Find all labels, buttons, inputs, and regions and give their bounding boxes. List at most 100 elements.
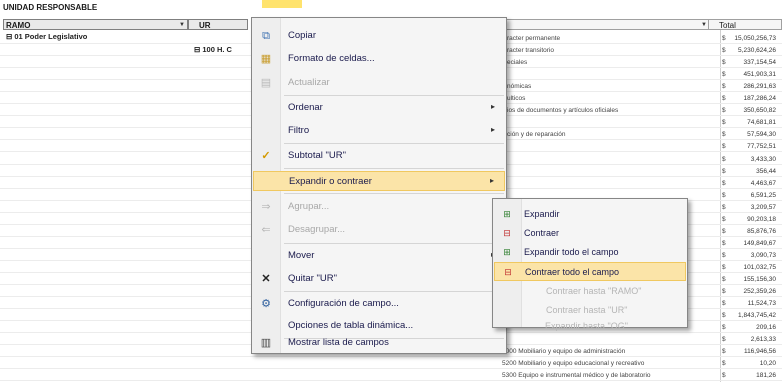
- total-value-cell[interactable]: 74,681,81: [747, 119, 776, 126]
- menu-label: Agrupar...: [288, 201, 330, 212]
- og-description-cell[interactable]: eciales: [507, 59, 527, 66]
- menu-label: Configuración de campo...: [288, 298, 399, 309]
- row-gridline: [0, 368, 782, 370]
- menu-item-subtotal[interactable]: ✓ Subtotal "UR": [253, 146, 505, 166]
- menu-item-remove[interactable]: ✕ Quitar "UR": [253, 269, 505, 289]
- column-divider: [720, 30, 721, 382]
- total-value-cell[interactable]: 90,203,18: [747, 216, 776, 223]
- submenu-item-expand-entire[interactable]: ⊞ Expandir todo el campo: [494, 243, 686, 262]
- total-value-cell[interactable]: 2,613,33: [751, 336, 776, 343]
- menu-item-copy[interactable]: ⧉ Copiar: [253, 26, 505, 46]
- currency-symbol: $: [722, 300, 726, 308]
- total-value-cell[interactable]: 252,359,26: [743, 288, 776, 295]
- total-value-cell[interactable]: 3,090,73: [751, 252, 776, 259]
- dropdown-arrow-icon[interactable]: ▼: [179, 20, 185, 31]
- ramo-row-label[interactable]: ⊟ 01 Poder Legislativo: [6, 32, 87, 41]
- total-value-cell[interactable]: 5,230,624,26: [738, 47, 776, 54]
- submenu-label: Expandir todo el campo: [524, 247, 619, 257]
- og-description-cell[interactable]: nómicas: [507, 83, 531, 90]
- og-description-cell[interactable]: 5200 Mobiliario y equipo educacional y r…: [502, 360, 644, 367]
- currency-symbol: $: [722, 47, 726, 55]
- submenu-item-collapse[interactable]: ⊟ Contraer: [494, 224, 686, 243]
- menu-item-expand-collapse[interactable]: Expandir o contraer ▸: [253, 171, 505, 191]
- total-value-cell[interactable]: 57,594,30: [747, 131, 776, 138]
- menu-label: Desagrupar...: [288, 224, 346, 235]
- og-description-cell[interactable]: racter transitorio: [507, 47, 554, 54]
- currency-symbol: $: [722, 360, 726, 368]
- total-value-cell[interactable]: 11,524,73: [748, 300, 776, 307]
- total-field-button[interactable]: Total: [708, 19, 782, 30]
- total-value-cell[interactable]: 155,156,30: [743, 276, 776, 283]
- ramo-field-button[interactable]: RAMO ▼: [3, 19, 188, 30]
- collapse-icon: ⊟: [503, 228, 511, 238]
- total-value-cell[interactable]: 1,843,745,42: [738, 312, 776, 319]
- og-description-cell[interactable]: ios de documentos y artículos oficiales: [507, 107, 618, 114]
- currency-symbol: $: [722, 348, 726, 356]
- og-description-cell[interactable]: 5000 Mobiliario y equipo de administraci…: [502, 348, 625, 355]
- ramo-value: 01 Poder Legislativo: [14, 32, 88, 41]
- currency-symbol: $: [722, 59, 726, 67]
- menu-label: Opciones de tabla dinámica...: [288, 320, 414, 331]
- total-value-cell[interactable]: 116,946,56: [744, 348, 776, 355]
- menu-item-move[interactable]: Mover ▸: [253, 246, 505, 266]
- submenu-item-expand[interactable]: ⊞ Expandir: [494, 205, 686, 224]
- ur-row-label[interactable]: ⊟ 100 H. C: [194, 45, 232, 54]
- submenu-arrow-icon: ▸: [490, 125, 495, 134]
- total-value-cell[interactable]: 85,876,76: [747, 228, 776, 235]
- total-value-cell[interactable]: 10,20: [760, 360, 776, 367]
- context-menu: ⧉ Copiar ▦ Formato de celdas... ▤ Actual…: [251, 17, 507, 354]
- currency-symbol: $: [722, 191, 726, 199]
- og-description-cell[interactable]: racter permanente: [507, 35, 560, 42]
- currency-symbol: $: [722, 263, 726, 271]
- total-value-cell[interactable]: 3,209,57: [751, 204, 776, 211]
- row-gridline: [0, 356, 782, 358]
- og-description-cell[interactable]: ción y de reparación: [507, 131, 566, 138]
- menu-item-filter[interactable]: Filtro ▸: [253, 121, 505, 141]
- menu-label: Actualizar: [288, 77, 330, 88]
- menu-label: Ordenar: [288, 102, 323, 113]
- total-value-cell[interactable]: 149,849,67: [743, 240, 776, 247]
- menu-item-field-settings[interactable]: ⚙ Configuración de campo...: [253, 294, 505, 314]
- expand-entire-icon: ⊞: [503, 247, 511, 257]
- menu-label: Copiar: [288, 30, 316, 41]
- expand-collapse-submenu: ⊞ Expandir ⊟ Contraer ⊞ Expandir todo el…: [492, 198, 688, 328]
- menu-item-group: ⇒ Agrupar...: [253, 197, 505, 217]
- currency-symbol: $: [722, 372, 726, 380]
- total-value-cell[interactable]: 3,433,30: [751, 156, 776, 163]
- og-description-cell[interactable]: 5300 Equipo e instrumental médico y de l…: [502, 372, 651, 379]
- total-value-cell[interactable]: 451,903,31: [743, 71, 776, 78]
- og-description-cell[interactable]: ulticos: [507, 95, 525, 102]
- submenu-item-collapse-entire[interactable]: ⊟ Contraer todo el campo: [494, 262, 686, 281]
- menu-item-sort[interactable]: Ordenar ▸: [253, 98, 505, 118]
- total-value-cell[interactable]: 286,291,63: [743, 83, 776, 90]
- currency-symbol: $: [722, 215, 726, 223]
- currency-symbol: $: [722, 179, 726, 187]
- total-value-cell[interactable]: 101,032,75: [743, 264, 776, 271]
- total-value-cell[interactable]: 356,44: [756, 168, 776, 175]
- total-value-cell[interactable]: 187,286,24: [743, 95, 776, 102]
- menu-label: Mostrar lista de campos: [288, 337, 389, 348]
- menu-separator: [284, 193, 504, 194]
- total-value-cell[interactable]: 337,154,54: [743, 59, 776, 66]
- total-value-cell[interactable]: 181,26: [756, 372, 776, 379]
- ramo-field-label: RAMO: [6, 21, 31, 30]
- unidad-responsable-header: UNIDAD RESPONSABLE: [3, 3, 98, 12]
- total-value-cell[interactable]: 77,752,51: [747, 143, 776, 150]
- total-value-cell[interactable]: 4,463,67: [751, 180, 776, 187]
- total-value-cell[interactable]: 6,591,25: [751, 192, 776, 199]
- ur-value: 100 H. C: [202, 45, 232, 54]
- dropdown-arrow-icon[interactable]: ▼: [701, 20, 707, 31]
- total-value-cell[interactable]: 15,050,256,73: [734, 35, 776, 42]
- menu-item-show-field-list[interactable]: ▥ Mostrar lista de campos: [253, 333, 505, 353]
- total-value-cell[interactable]: 350,650,82: [743, 107, 776, 114]
- submenu-label: Contraer hasta "UR": [546, 305, 628, 315]
- submenu-arrow-icon: ▸: [489, 176, 494, 185]
- menu-item-refresh: ▤ Actualizar: [253, 73, 505, 93]
- currency-symbol: $: [722, 336, 726, 344]
- checkmark-icon: ✓: [261, 150, 271, 162]
- currency-symbol: $: [722, 324, 726, 332]
- ur-field-button[interactable]: UR: [188, 19, 248, 30]
- menu-item-format-cells[interactable]: ▦ Formato de celdas...: [253, 49, 505, 69]
- menu-separator: [284, 95, 504, 96]
- total-value-cell[interactable]: 209,16: [756, 324, 776, 331]
